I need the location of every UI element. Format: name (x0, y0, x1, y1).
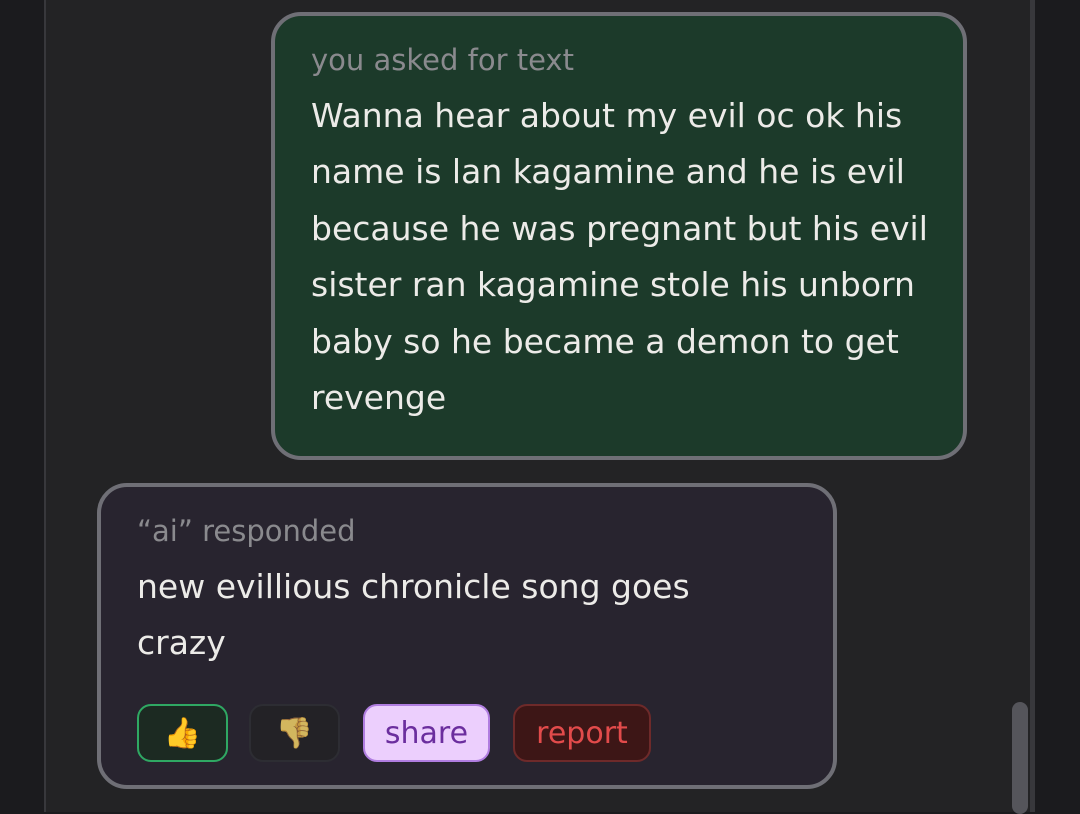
scrollbar-thumb[interactable] (1012, 702, 1028, 814)
thumbs-up-button[interactable]: 👍 (137, 704, 228, 762)
thumbs-down-icon: 👎 (275, 715, 314, 751)
panel-right-border (1030, 0, 1035, 812)
share-button[interactable]: share (363, 704, 490, 762)
ai-message-meta: “ai” responded (137, 514, 356, 548)
user-message-meta: you asked for text (311, 43, 574, 77)
user-message-text: Wanna hear about my evil oc ok his name … (311, 96, 928, 418)
report-button[interactable]: report (513, 704, 651, 762)
thumbs-down-button[interactable]: 👎 (249, 704, 340, 762)
ai-message-bubble: “ai” responded new evillious chronicle s… (97, 483, 837, 789)
share-button-label: share (384, 715, 469, 751)
ai-message-text: new evillious chronicle song goes crazy (137, 567, 690, 663)
thumbs-up-icon: 👍 (163, 715, 202, 751)
user-message-bubble: you asked for text Wanna hear about my e… (271, 12, 967, 460)
report-button-label: report (536, 715, 628, 751)
